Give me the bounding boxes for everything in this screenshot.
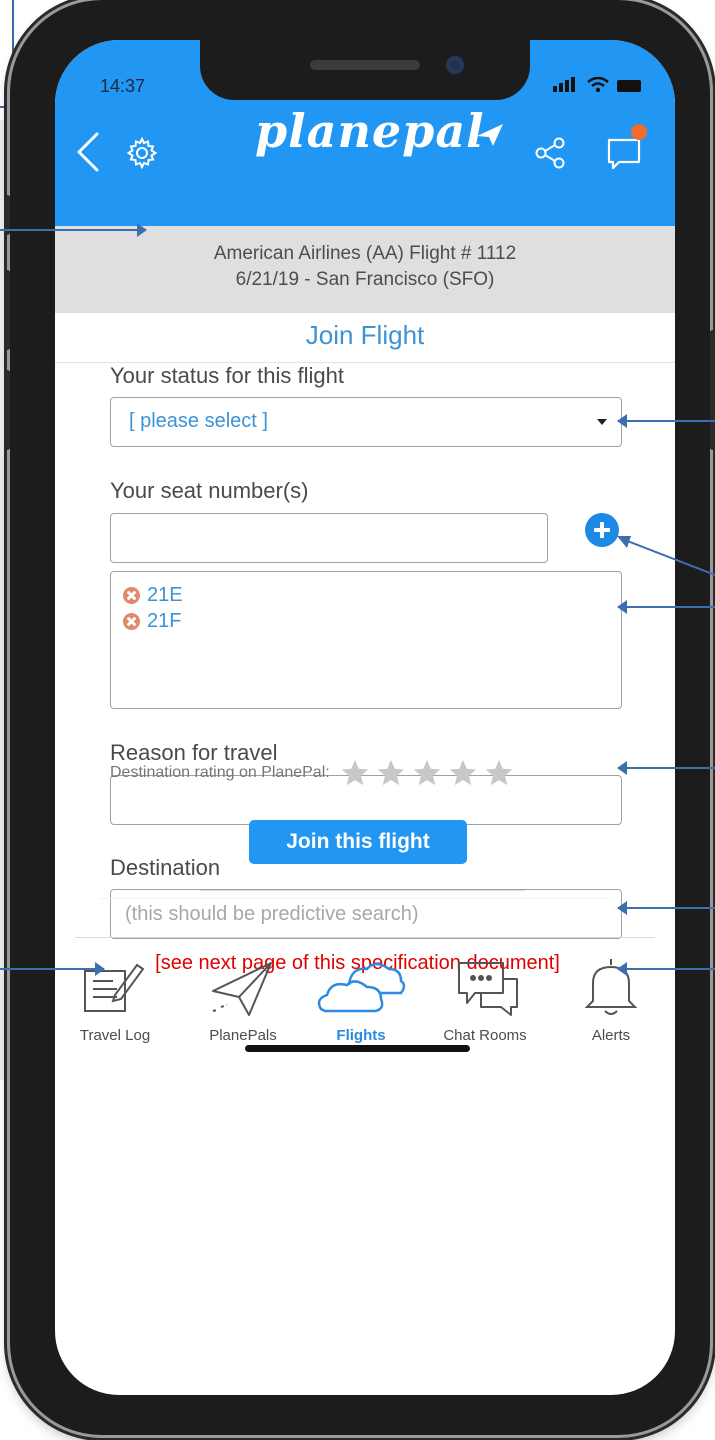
join-flight-button[interactable]: Join this flight: [249, 820, 467, 864]
clouds-icon: [317, 962, 406, 1013]
speaker: [310, 60, 420, 70]
status-time: 14:37: [100, 76, 146, 96]
phone-frame: 14:37 planepal American Airlines (AA) Fl…: [5, 0, 715, 1435]
annotation-arrow-reason: [617, 761, 715, 775]
volume-up-button: [5, 270, 10, 350]
nav-chat-rooms[interactable]: Chat Rooms: [425, 955, 545, 1055]
remove-icon[interactable]: [123, 612, 140, 630]
back-button[interactable]: [73, 130, 103, 174]
status-label: Your status for this flight: [110, 363, 344, 388]
annotation-arrow-rating: [617, 962, 715, 976]
nav-label: Chat Rooms: [443, 1027, 527, 1044]
nav-label: PlanePals: [209, 1027, 277, 1044]
flight-info-banner: American Airlines (AA) Flight # 1112 6/2…: [55, 226, 675, 313]
bottom-nav: Travel Log PlanePals Flights Chat Rooms …: [55, 937, 675, 1097]
home-indicator: [245, 1045, 470, 1052]
notification-dot: [631, 124, 647, 140]
seat-list-item[interactable]: 21E: [123, 582, 183, 608]
nav-label: Flights: [336, 1027, 386, 1044]
seat-input[interactable]: [110, 513, 548, 563]
nav-divider: [75, 937, 655, 938]
add-seat-button[interactable]: [585, 513, 619, 547]
seat-list-item[interactable]: 21F: [123, 608, 181, 634]
star-icon[interactable]: [412, 758, 442, 788]
paper-plane-icon: [212, 962, 272, 1016]
form-bottom-divider: [100, 898, 610, 899]
annotation-arrow-add-seat: [617, 536, 715, 576]
nav-label: Alerts: [591, 1027, 631, 1044]
nav-flights[interactable]: Flights: [301, 955, 421, 1055]
rating-label: Destination rating on PlanePal:: [110, 764, 330, 781]
annotation-arrow-rating-label: [0, 962, 105, 976]
wifi-icon: [587, 77, 609, 93]
seat-value: 21E: [147, 583, 183, 606]
annotation-arrow-destination: [617, 901, 715, 915]
star-icon[interactable]: [448, 758, 478, 788]
logo-plane-icon: [477, 124, 503, 146]
nav-label: Travel Log: [79, 1027, 151, 1044]
seat-label: Your seat number(s): [110, 478, 309, 503]
destination-label: Destination: [110, 855, 221, 880]
seat-list: 21E 21F: [110, 571, 622, 709]
form-divider: [200, 890, 525, 891]
seat-value: 21F: [147, 609, 182, 632]
annotation-arrow-status: [617, 414, 715, 428]
page-title: Join Flight: [305, 320, 425, 350]
annotation-arrow-flight-info: [0, 223, 147, 237]
remove-icon[interactable]: [123, 586, 140, 604]
destination-rating: Destination rating on PlanePal:: [110, 758, 514, 788]
camera: [446, 56, 464, 74]
star-icon[interactable]: [484, 758, 514, 788]
nav-alerts[interactable]: Alerts: [551, 955, 671, 1055]
star-icon[interactable]: [340, 758, 370, 788]
flight-line-2: 6/21/19 - San Francisco (SFO): [235, 269, 495, 290]
chat-bubbles-icon: [458, 962, 518, 1016]
nav-planepals[interactable]: PlanePals: [183, 955, 303, 1055]
bell-icon: [584, 959, 638, 1015]
destination-placeholder: (this should be predictive search): [125, 903, 419, 925]
power-button: [710, 330, 715, 450]
annotation-arrow-seat-list: [617, 600, 715, 614]
app-logo: planepal: [255, 104, 485, 158]
chevron-down-icon: [597, 419, 607, 425]
settings-gear-icon[interactable]: [125, 136, 159, 170]
notch: [200, 40, 530, 100]
volume-down-button: [5, 370, 10, 450]
flight-line-1: American Airlines (AA) Flight # 1112: [213, 243, 517, 264]
status-select-value: [ please select ]: [129, 410, 268, 432]
star-icon[interactable]: [376, 758, 406, 788]
notepad-pencil-icon: [84, 963, 145, 1012]
destination-input[interactable]: (this should be predictive search): [110, 889, 622, 939]
status-select[interactable]: [ please select ]: [110, 397, 622, 447]
battery-icon: [617, 80, 641, 92]
share-icon[interactable]: [533, 136, 567, 170]
phone-screen: 14:37 planepal American Airlines (AA) Fl…: [55, 40, 675, 1395]
status-icons: [553, 74, 643, 96]
nav-travel-log[interactable]: Travel Log: [55, 955, 175, 1055]
